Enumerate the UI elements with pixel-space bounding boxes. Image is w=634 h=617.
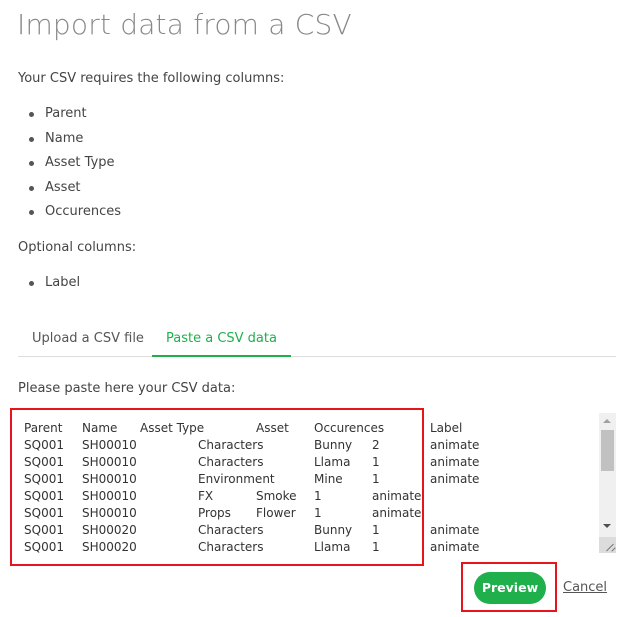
required-columns-list: Parent Name Asset Type Asset Occurences xyxy=(0,102,121,225)
optional-column-item: Label xyxy=(0,271,80,296)
page-title: Import data from a CSV xyxy=(17,8,352,41)
textarea-highlight-box xyxy=(10,408,424,566)
csv-cell: animate xyxy=(430,523,480,537)
required-column-item: Occurences xyxy=(0,200,121,225)
csv-cell: Label xyxy=(430,421,463,435)
optional-columns-intro: Optional columns: xyxy=(18,240,137,255)
required-columns-intro: Your CSV requires the following columns: xyxy=(18,71,285,86)
cancel-link[interactable]: Cancel xyxy=(563,580,607,595)
scroll-down-arrow-icon[interactable] xyxy=(603,524,611,528)
csv-cell: animate xyxy=(430,455,480,469)
scroll-up-arrow-icon[interactable] xyxy=(603,419,611,423)
resize-grip-icon[interactable] xyxy=(599,537,616,553)
tab-upload-csv-file[interactable]: Upload a CSV file xyxy=(18,326,158,355)
textarea-scrollbar[interactable] xyxy=(599,413,616,553)
required-column-item: Asset xyxy=(0,176,121,201)
scrollbar-thumb[interactable] xyxy=(601,430,614,471)
required-column-item: Name xyxy=(0,127,121,152)
required-column-item: Parent xyxy=(0,102,121,127)
preview-button[interactable]: Preview xyxy=(474,572,546,604)
optional-columns-list: Label xyxy=(0,271,80,296)
required-column-item: Asset Type xyxy=(0,151,121,176)
tab-paste-csv-data[interactable]: Paste a CSV data xyxy=(152,326,291,357)
csv-cell: animate xyxy=(430,540,480,554)
import-tabs: Upload a CSV file Paste a CSV data xyxy=(18,326,616,357)
csv-cell: animate xyxy=(430,472,480,486)
paste-csv-label: Please paste here your CSV data: xyxy=(18,381,236,396)
csv-cell: animate xyxy=(430,438,480,452)
